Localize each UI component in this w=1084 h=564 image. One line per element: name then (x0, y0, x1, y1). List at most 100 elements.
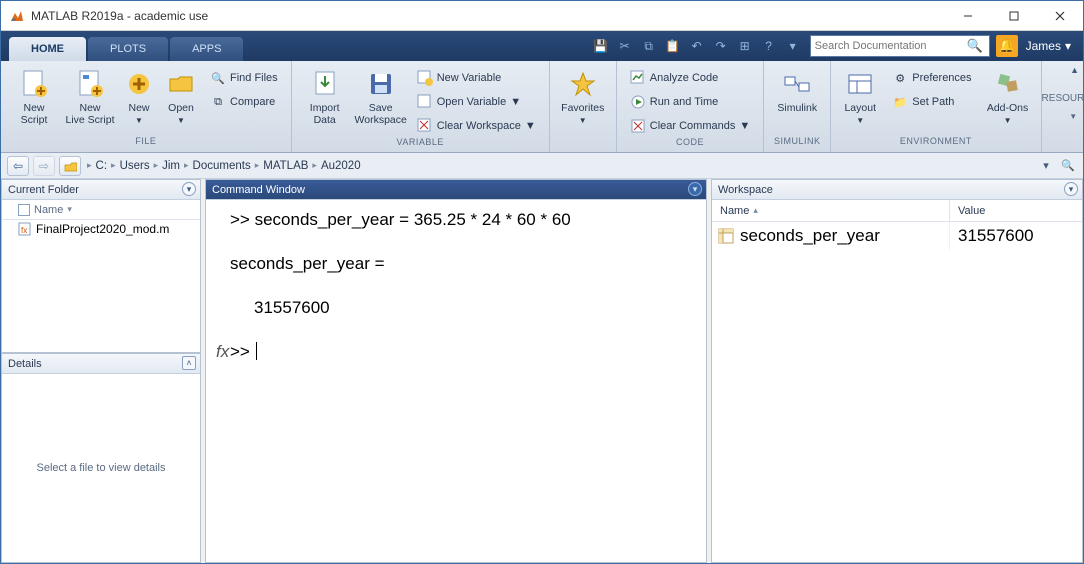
addons-button[interactable]: Add-Ons ▼ (981, 65, 1035, 126)
sort-asc-icon: ▴ (753, 205, 758, 216)
clear-commands-button[interactable]: Clear Commands ▼ (623, 115, 757, 137)
search-documentation[interactable]: 🔍 (810, 35, 990, 57)
new-script-button[interactable]: New Script (7, 65, 61, 129)
cursor (256, 342, 257, 360)
search-icon[interactable]: 🔍 (964, 38, 984, 54)
clear-workspace-button[interactable]: Clear Workspace ▼ (410, 115, 543, 137)
panel-menu-icon[interactable]: ▾ (688, 182, 702, 196)
panel-collapse-icon[interactable]: ˄ (182, 356, 196, 370)
path-dropdown-button[interactable]: ▾ (1037, 157, 1055, 175)
fx-icon[interactable]: fx (216, 342, 229, 362)
qa-paste-icon[interactable]: 📋 (662, 35, 684, 57)
chevron-down-icon[interactable]: ▼ (1069, 112, 1077, 121)
chevron-down-icon: ▾ (1065, 39, 1071, 53)
chevron-down-icon: ▼ (135, 116, 143, 125)
import-data-button[interactable]: Import Data (298, 65, 352, 129)
qa-undo-icon[interactable]: ↶ (686, 35, 708, 57)
minimize-button[interactable] (945, 1, 991, 31)
command-window-body[interactable]: >> seconds_per_year = 365.25 * 24 * 60 *… (206, 200, 706, 562)
panel-menu-icon[interactable]: ▾ (182, 182, 196, 196)
new-button[interactable]: New ▼ (119, 65, 159, 126)
find-files-button[interactable]: 🔍Find Files (203, 67, 285, 89)
path-breadcrumb[interactable]: ▸ C:▸ Users▸ Jim▸ Documents▸ MATLAB▸ Au2… (85, 160, 361, 172)
chevron-down-icon: ▼ (579, 116, 587, 125)
folder-column-header[interactable]: Name ▾ (2, 200, 200, 220)
cmd-prompt: >> (230, 342, 250, 362)
workspace-header[interactable]: Workspace ▾ (712, 180, 1082, 200)
run-and-time-button[interactable]: Run and Time (623, 91, 757, 113)
current-folder-panel: Current Folder ▾ Name ▾ fx FinalProject2… (1, 179, 201, 353)
svg-text:fx: fx (21, 226, 27, 235)
chevron-down-icon: ▼ (510, 96, 521, 108)
details-panel: Details ˄ Select a file to view details (1, 353, 201, 563)
group-label-variable: VARIABLE (292, 137, 549, 152)
path-bar: ⇦ ⇨ ▸ C:▸ Users▸ Jim▸ Documents▸ MATLAB▸… (1, 153, 1083, 179)
ribbon-group-favorites: Favorites ▼ (550, 61, 617, 152)
nav-forward-button[interactable]: ⇨ (33, 156, 55, 176)
ribbon-group-file: New Script New Live Script New ▼ Open ▼ … (1, 61, 292, 152)
current-folder-header[interactable]: Current Folder ▾ (2, 180, 200, 200)
variable-value: 31557600 (958, 226, 1034, 245)
save-workspace-button[interactable]: Save Workspace (354, 65, 408, 129)
run-time-icon (630, 94, 646, 110)
workspace-col-value[interactable]: Value (950, 200, 1082, 221)
resources-label: RESOURCES (1042, 93, 1084, 104)
group-label-environment: ENVIRONMENT (831, 136, 1040, 152)
favorites-button[interactable]: Favorites ▼ (556, 65, 610, 126)
close-button[interactable] (1037, 1, 1083, 31)
open-variable-button[interactable]: Open Variable ▼ (410, 91, 543, 113)
qa-copy-icon[interactable]: ⧉ (638, 35, 660, 57)
set-path-icon: 📁 (892, 94, 908, 110)
qa-help-icon[interactable]: ? (758, 35, 780, 57)
variable-name: seconds_per_year (740, 226, 880, 246)
qa-more-icon[interactable]: ▾ (782, 35, 804, 57)
command-window-panel: Command Window ▾ >> seconds_per_year = 3… (205, 179, 707, 563)
simulink-button[interactable]: Simulink (770, 65, 824, 117)
nav-back-button[interactable]: ⇦ (7, 156, 29, 176)
compare-button[interactable]: ⧉Compare (203, 91, 285, 113)
open-button[interactable]: Open ▼ (161, 65, 201, 126)
layout-button[interactable]: Layout ▼ (837, 65, 883, 126)
file-name: FinalProject2020_mod.m (36, 222, 169, 236)
ribbon-minimize-icon[interactable]: ▲ (1070, 65, 1079, 75)
set-path-button[interactable]: 📁Set Path (885, 91, 978, 113)
tab-home[interactable]: HOME (9, 37, 86, 61)
tab-apps[interactable]: APPS (170, 37, 243, 61)
open-variable-icon (417, 94, 433, 110)
workspace-row[interactable]: seconds_per_year 31557600 (712, 222, 1082, 250)
new-variable-icon (417, 70, 433, 86)
analyze-code-button[interactable]: Analyze Code (623, 67, 757, 89)
tab-plots[interactable]: PLOTS (88, 37, 168, 61)
qa-cut-icon[interactable]: ✂ (614, 35, 636, 57)
sort-icon[interactable]: ▾ (67, 204, 72, 215)
variable-icon (718, 228, 734, 244)
details-body: Select a file to view details (2, 374, 200, 562)
new-variable-button[interactable]: New Variable (410, 67, 543, 89)
preferences-button[interactable]: ⚙Preferences (885, 67, 978, 89)
ribbon: ▲ New Script New Live Script New ▼ Open … (1, 61, 1083, 153)
file-row[interactable]: fx FinalProject2020_mod.m (2, 220, 200, 238)
chevron-down-icon: ▼ (1004, 116, 1012, 125)
analyze-icon (630, 70, 646, 86)
mfile-icon: fx (18, 222, 32, 236)
user-menu[interactable]: James▾ (1020, 35, 1077, 57)
qa-switch-icon[interactable]: ⊞ (734, 35, 756, 57)
workspace-col-name[interactable]: Name▴ (712, 200, 950, 221)
command-window-header[interactable]: Command Window ▾ (206, 180, 706, 200)
qa-redo-icon[interactable]: ↷ (710, 35, 732, 57)
chevron-down-icon: ▼ (739, 120, 750, 132)
select-all-checkbox[interactable] (18, 204, 30, 216)
qa-save-icon[interactable]: 💾 (590, 35, 612, 57)
cmd-echo-line: seconds_per_year = (230, 254, 385, 274)
nav-up-button[interactable] (59, 156, 81, 176)
search-input[interactable] (815, 40, 965, 52)
new-live-script-button[interactable]: New Live Script (63, 65, 117, 129)
panel-menu-icon[interactable]: ▾ (1064, 182, 1078, 196)
notification-bell-icon[interactable]: 🔔 (996, 35, 1018, 57)
maximize-button[interactable] (991, 1, 1037, 31)
path-search-icon[interactable]: 🔍 (1059, 157, 1077, 175)
file-list: fx FinalProject2020_mod.m (2, 220, 200, 352)
details-header[interactable]: Details ˄ (2, 354, 200, 374)
ribbon-group-variable: Import Data Save Workspace New Variable … (292, 61, 550, 152)
compare-icon: ⧉ (210, 94, 226, 110)
